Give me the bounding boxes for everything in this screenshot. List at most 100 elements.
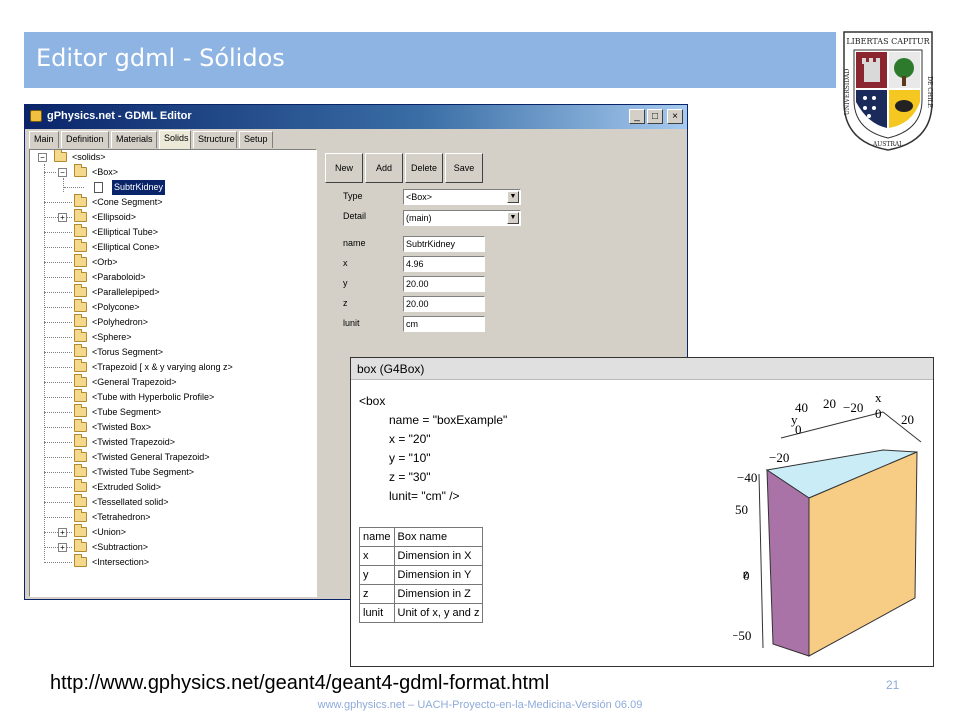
- tree-item-twisted-box[interactable]: <Twisted Box>: [30, 419, 310, 435]
- tree-item-hyperbolic-tube[interactable]: <Tube with Hyperbolic Profile>: [30, 389, 310, 405]
- new-button[interactable]: New: [325, 153, 363, 183]
- folder-open-icon: [74, 164, 87, 177]
- tree-item-parallelepiped[interactable]: <Parallelepiped>: [30, 284, 310, 300]
- tree-item-subtraction[interactable]: + <Subtraction>: [30, 539, 310, 555]
- tree-item-label: <Twisted General Trapezoid>: [92, 452, 210, 462]
- tree-connector: [44, 202, 72, 203]
- add-button[interactable]: Add: [365, 153, 403, 183]
- svg-text:DE CHILE: DE CHILE: [926, 76, 933, 108]
- expand-icon[interactable]: +: [58, 543, 67, 552]
- folder-icon: [74, 269, 87, 282]
- dropdown-arrow-icon[interactable]: ▼: [507, 191, 519, 203]
- tree-item-general-trapezoid[interactable]: <General Trapezoid>: [30, 374, 310, 390]
- z-label: z: [343, 298, 348, 308]
- tree-connector: [44, 247, 72, 248]
- tree-item-cone-segment[interactable]: <Cone Segment>: [30, 194, 310, 210]
- tab-setup[interactable]: Setup: [239, 131, 273, 148]
- tree-item-polyhedron[interactable]: <Polyhedron>: [30, 314, 310, 330]
- detail-select[interactable]: (main) ▼: [403, 210, 521, 226]
- tree-item-torus-segment[interactable]: <Torus Segment>: [30, 344, 310, 360]
- tree-item-box[interactable]: − <Box>: [30, 164, 310, 180]
- tree-item-label: <Union>: [92, 527, 127, 537]
- collapse-icon[interactable]: −: [58, 168, 67, 177]
- attribute-table: name Box name x Dimension in X y Dimensi…: [359, 527, 484, 623]
- tick-label: 40: [795, 400, 808, 415]
- folder-icon: [74, 524, 87, 537]
- table-row: x Dimension in X: [359, 546, 484, 566]
- tree-item-intersection[interactable]: <Intersection>: [30, 554, 310, 570]
- tab-structure[interactable]: Structure: [193, 131, 237, 148]
- tree-item-twisted-trapezoid[interactable]: <Twisted Trapezoid>: [30, 434, 310, 450]
- tree-item-tube-segment[interactable]: <Tube Segment>: [30, 404, 310, 420]
- table-row: lunit Unit of x, y and z: [359, 603, 484, 623]
- x-label: x: [343, 258, 348, 268]
- folder-icon: [74, 299, 87, 312]
- tab-main[interactable]: Main: [29, 131, 59, 148]
- expand-icon[interactable]: +: [58, 213, 67, 222]
- tick-label: −50: [733, 628, 751, 643]
- folder-icon: [74, 494, 87, 507]
- type-select[interactable]: <Box> ▼: [403, 189, 521, 205]
- lunit-field[interactable]: cm: [403, 316, 485, 332]
- tree-item-twisted-general-trapezoid[interactable]: <Twisted General Trapezoid>: [30, 449, 310, 465]
- tree-item-union[interactable]: + <Union>: [30, 524, 310, 540]
- tree-item-trapezoid[interactable]: <Trapezoid [ x & y varying along z>: [30, 359, 310, 375]
- folder-icon: [74, 404, 87, 417]
- tree-item-label: <Tetrahedron>: [92, 512, 151, 522]
- solids-tree[interactable]: − <solids> − <Box> SubtrKidney <Cone Seg…: [29, 149, 317, 597]
- table-row: z Dimension in Z: [359, 584, 484, 604]
- dropdown-arrow-icon[interactable]: ▼: [507, 212, 519, 224]
- reference-url[interactable]: http://www.gphysics.net/geant4/geant4-gd…: [50, 672, 549, 695]
- folder-icon: [74, 314, 87, 327]
- tree-item-elliptical-tube[interactable]: <Elliptical Tube>: [30, 224, 310, 240]
- tree-root[interactable]: − <solids>: [30, 150, 310, 165]
- tree-item-ellipsoid[interactable]: + <Ellipsoid>: [30, 209, 310, 225]
- tree-item-polycone[interactable]: <Polycone>: [30, 299, 310, 315]
- tree-item-sphere[interactable]: <Sphere>: [30, 329, 310, 345]
- tick-label: −20: [843, 400, 863, 415]
- tree-item-extruded-solid[interactable]: <Extruded Solid>: [30, 479, 310, 495]
- x-axis-label: x: [875, 390, 882, 405]
- tree-connector: [44, 487, 72, 488]
- minimize-button[interactable]: _: [629, 109, 645, 124]
- folder-icon: [74, 209, 87, 222]
- name-field[interactable]: SubtrKidney: [403, 236, 485, 252]
- tree-item-label: <Twisted Box>: [92, 422, 152, 432]
- tree-item-tessellated-solid[interactable]: <Tessellated solid>: [30, 494, 310, 510]
- code-line: z = "30": [389, 470, 431, 484]
- expand-icon[interactable]: +: [58, 528, 67, 537]
- tree-connector: [44, 277, 72, 278]
- tree-connector: [44, 232, 72, 233]
- type-select-value: <Box>: [406, 192, 433, 202]
- tab-definition[interactable]: Definition: [61, 131, 109, 148]
- tree-item-subtrkidney[interactable]: SubtrKidney: [30, 180, 310, 195]
- tree-connector: [44, 352, 72, 353]
- save-button[interactable]: Save: [445, 153, 483, 183]
- detail-label: Detail: [343, 211, 367, 221]
- z-field[interactable]: 20.00: [403, 296, 485, 312]
- logo-motto: LIBERTAS CAPITUR: [846, 37, 930, 46]
- x-field[interactable]: 4.96: [403, 256, 485, 272]
- tree-item-label: <Tube with Hyperbolic Profile>: [92, 392, 215, 402]
- tab-materials[interactable]: Materials: [111, 131, 157, 148]
- y-label: y: [343, 278, 348, 288]
- tab-solids[interactable]: Solids: [159, 130, 191, 149]
- collapse-icon[interactable]: −: [38, 153, 47, 162]
- z-axis-line: [758, 473, 764, 649]
- tree-connector: [44, 457, 72, 458]
- tree-item-paraboloid[interactable]: <Paraboloid>: [30, 269, 310, 285]
- app-icon: [30, 110, 42, 122]
- tree-item-label: <Tube Segment>: [92, 407, 162, 417]
- delete-button[interactable]: Delete: [405, 153, 443, 183]
- tree-connector: [44, 562, 72, 563]
- slide-title: Editor gdml - Sólidos: [36, 44, 285, 72]
- close-button[interactable]: ×: [667, 109, 683, 124]
- box-doc-header: box (G4Box): [351, 358, 933, 380]
- tree-item-orb[interactable]: <Orb>: [30, 254, 310, 270]
- maximize-button[interactable]: □: [647, 109, 663, 124]
- tree-item-twisted-tube-segment[interactable]: <Twisted Tube Segment>: [30, 464, 310, 480]
- window-titlebar[interactable]: gPhysics.net - GDML Editor _ □ ×: [25, 105, 687, 129]
- tree-item-elliptical-cone[interactable]: <Elliptical Cone>: [30, 239, 310, 255]
- y-field[interactable]: 20.00: [403, 276, 485, 292]
- tree-item-tetrahedron[interactable]: <Tetrahedron>: [30, 509, 310, 525]
